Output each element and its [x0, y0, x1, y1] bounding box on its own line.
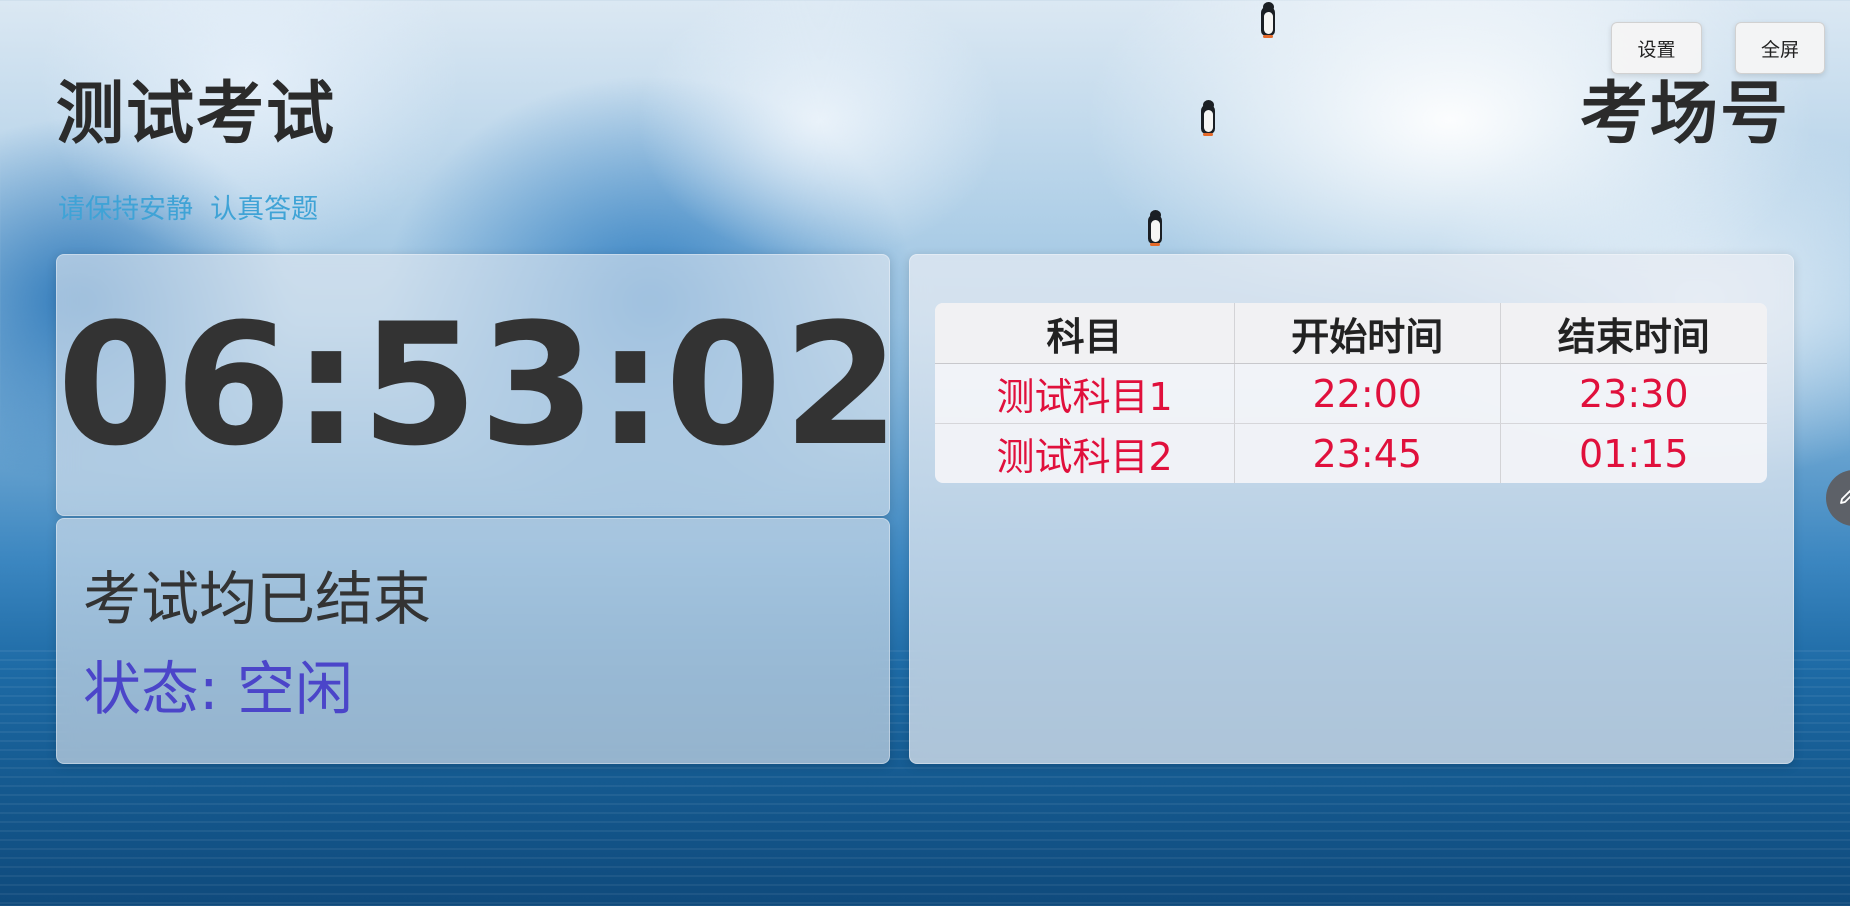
end-time-cell: 23:30 — [1500, 363, 1767, 424]
settings-button[interactable]: 设置 — [1611, 22, 1702, 74]
penguin-decoration — [1258, 2, 1278, 38]
exam-title: 测试考试 — [56, 75, 337, 154]
pencil-icon — [1838, 486, 1850, 510]
schedule-table: 科目 开始时间 结束时间 测试科目1 22:00 23:30 测试科目2 23:… — [935, 303, 1767, 483]
edit-button[interactable] — [1826, 470, 1850, 526]
column-header-end-time: 结束时间 — [1500, 303, 1767, 364]
schedule-panel: 科目 开始时间 结束时间 测试科目1 22:00 23:30 测试科目2 23:… — [909, 254, 1794, 764]
start-time-cell: 23:45 — [1234, 423, 1501, 483]
notice-text: 请保持安静 认真答题 — [58, 194, 319, 225]
column-header-subject: 科目 — [935, 303, 1236, 364]
status-message: 考试均已结束 — [83, 565, 432, 633]
penguin-decoration — [1198, 100, 1218, 136]
subject-cell: 测试科目2 — [935, 423, 1236, 483]
current-time: 06:53:02 — [57, 287, 901, 483]
status-panel: 考试均已结束 状态: 空闲 — [56, 518, 890, 764]
table-row: 测试科目1 22:00 23:30 — [935, 363, 1767, 424]
fullscreen-button[interactable]: 全屏 — [1735, 22, 1825, 74]
clock-panel: 06:53:02 — [56, 254, 901, 516]
status-state: 状态: 空闲 — [83, 655, 353, 723]
table-row: 测试科目2 23:45 01:15 — [935, 423, 1767, 483]
start-time-cell: 22:00 — [1234, 363, 1501, 424]
table-header-row: 科目 开始时间 结束时间 — [935, 303, 1767, 364]
column-header-start-time: 开始时间 — [1234, 303, 1501, 364]
end-time-cell: 01:15 — [1579, 431, 1689, 476]
exam-room-title: 考场号 — [1579, 75, 1790, 154]
subject-cell: 测试科目1 — [935, 363, 1236, 424]
penguin-decoration — [1145, 210, 1165, 246]
